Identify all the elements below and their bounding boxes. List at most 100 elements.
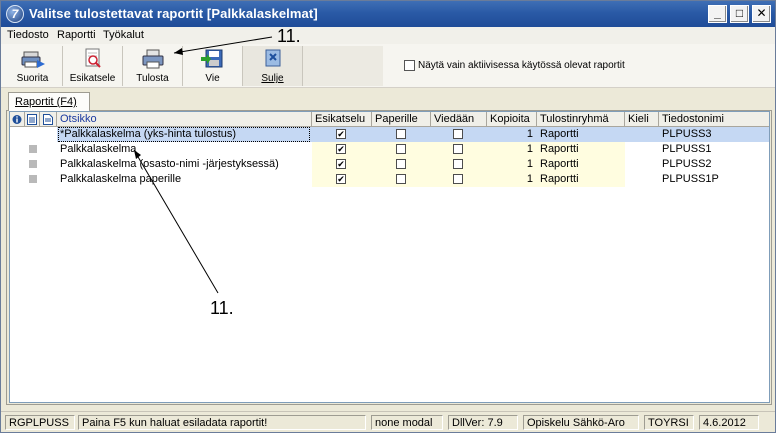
status-bar: RGPLPUSS Paina F5 kun haluat esiladata r…: [1, 411, 775, 432]
cell-tiedostonimi[interactable]: PLPUSS1P: [659, 172, 769, 187]
cell-kopioita[interactable]: 1: [487, 142, 537, 157]
esikatselu-checkbox[interactable]: [336, 129, 346, 139]
menu-tyokalut[interactable]: Työkalut: [103, 29, 144, 41]
tab-reports[interactable]: Raportit (F4): [8, 92, 90, 111]
floppy-save-icon: [200, 49, 222, 68]
menu-bar: Tiedosto Raportti Työkalut: [1, 27, 775, 44]
reports-grid: Otsikko Esikatselu Paperille Viedään Kop…: [9, 111, 770, 403]
cell-otsikko[interactable]: Palkkalaskelma paperille: [57, 172, 312, 187]
header-kopioita[interactable]: Kopioita: [487, 112, 537, 127]
paperille-checkbox[interactable]: [396, 159, 406, 169]
table-row[interactable]: *Palkkalaskelma (yks-hinta tulostus) 1 R…: [10, 127, 769, 142]
document-icon: [43, 114, 53, 125]
report-selection-window: 7 Valitse tulostettavat raportit [Palkka…: [0, 0, 776, 433]
header-viedaan[interactable]: Viedään: [431, 112, 487, 127]
cell-kopioita[interactable]: 1: [487, 157, 537, 172]
print-button[interactable]: Tulosta: [123, 46, 183, 86]
header-tulostinryhma[interactable]: Tulostinryhmä: [537, 112, 625, 127]
row-marker-cell: [10, 127, 57, 142]
menu-tiedosto[interactable]: Tiedosto: [7, 29, 49, 41]
table-row[interactable]: Palkkalaskelma paperille 1 Raportti PLPU…: [10, 172, 769, 187]
status-program: RGPLPUSS: [5, 415, 75, 430]
cell-kieli[interactable]: [625, 157, 659, 172]
cell-viedaan: [431, 172, 487, 187]
toolbar-spacer: [303, 46, 383, 86]
viedaan-checkbox[interactable]: [453, 174, 463, 184]
toolbar: Suorita Esikatsele Tulosta Vie Sulje: [1, 44, 775, 88]
preview-icon: [85, 48, 101, 68]
cell-esikatselu: [312, 142, 372, 157]
status-mode: none modal: [371, 415, 443, 430]
esikatselu-checkbox[interactable]: [336, 144, 346, 154]
printer-run-icon: [21, 51, 45, 68]
cell-esikatselu: [312, 127, 372, 142]
cell-tulostinryhma[interactable]: Raportti: [537, 127, 625, 142]
row-marker: [29, 160, 37, 168]
cell-tulostinryhma[interactable]: Raportti: [537, 157, 625, 172]
esikatselu-checkbox[interactable]: [336, 159, 346, 169]
close-button[interactable]: ✕: [752, 5, 771, 23]
close-dialog-button[interactable]: Sulje: [243, 46, 303, 86]
cell-tulostinryhma[interactable]: Raportti: [537, 172, 625, 187]
header-info[interactable]: [10, 112, 25, 127]
tab-reports-label: Raportit (F4): [15, 96, 77, 108]
paperille-checkbox[interactable]: [396, 174, 406, 184]
cell-tulostinryhma[interactable]: Raportti: [537, 142, 625, 157]
header-tiedostonimi[interactable]: Tiedostonimi: [659, 112, 769, 127]
window-title: Valitse tulostettavat raportit [Palkkala…: [29, 6, 318, 21]
viedaan-checkbox[interactable]: [453, 144, 463, 154]
annotation-label-top: 11.: [277, 26, 301, 46]
cell-tiedostonimi[interactable]: PLPUSS1: [659, 142, 769, 157]
esikatselu-checkbox[interactable]: [336, 174, 346, 184]
header-kieli[interactable]: Kieli: [625, 112, 659, 127]
cell-kieli[interactable]: [625, 127, 659, 142]
table-row[interactable]: Palkkalaskelma (osasto-nimi -järjestykse…: [10, 157, 769, 172]
cell-paperille: [372, 142, 431, 157]
title-bar[interactable]: 7 Valitse tulostettavat raportit [Palkka…: [1, 1, 775, 27]
cell-paperille: [372, 157, 431, 172]
header-paperille[interactable]: Paperille: [372, 112, 431, 127]
cell-viedaan: [431, 157, 487, 172]
cell-paperille: [372, 172, 431, 187]
run-label: Suorita: [16, 73, 49, 84]
export-label: Vie: [205, 73, 220, 84]
table-row[interactable]: Palkkalaskelma 1 Raportti PLPUSS1: [10, 142, 769, 157]
row-marker: [29, 175, 37, 183]
status-db: TOYRSI: [644, 415, 694, 430]
header-list[interactable]: [25, 112, 40, 127]
export-button[interactable]: Vie: [183, 46, 243, 86]
cell-kopioita[interactable]: 1: [487, 127, 537, 142]
cell-otsikko[interactable]: Palkkalaskelma (osasto-nimi -järjestykse…: [57, 157, 312, 172]
cell-kieli[interactable]: [625, 172, 659, 187]
active-only-checkbox[interactable]: [404, 60, 415, 71]
preview-label: Esikatsele: [69, 73, 116, 84]
annotation-label-middle: 11.: [210, 298, 234, 318]
cell-kopioita[interactable]: 1: [487, 172, 537, 187]
header-esikatselu[interactable]: Esikatselu: [312, 112, 372, 127]
menu-raportti[interactable]: Raportti: [57, 29, 96, 41]
cell-otsikko[interactable]: *Palkkalaskelma (yks-hinta tulostus): [57, 127, 312, 142]
preview-button[interactable]: Esikatsele: [63, 46, 123, 86]
cell-otsikko[interactable]: Palkkalaskelma: [57, 142, 312, 157]
header-document[interactable]: [40, 112, 57, 127]
cell-tiedostonimi[interactable]: PLPUSS3: [659, 127, 769, 142]
info-icon: [12, 115, 22, 124]
paperille-checkbox[interactable]: [396, 129, 406, 139]
status-dllver: DllVer: 7.9: [448, 415, 518, 430]
row-marker: [29, 145, 37, 153]
header-otsikko[interactable]: Otsikko: [57, 112, 312, 127]
close-dialog-label: Sulje: [261, 73, 284, 84]
status-user: Opiskelu Sähkö-Aro: [523, 415, 639, 430]
list-icon: [27, 114, 37, 125]
viedaan-checkbox[interactable]: [453, 159, 463, 169]
viedaan-checkbox[interactable]: [453, 129, 463, 139]
cell-viedaan: [431, 142, 487, 157]
status-hint: Paina F5 kun haluat esiladata raportit!: [78, 415, 366, 430]
run-button[interactable]: Suorita: [3, 46, 63, 86]
maximize-button[interactable]: □: [730, 5, 749, 23]
minimize-button[interactable]: _: [708, 5, 727, 23]
cell-tiedostonimi[interactable]: PLPUSS2: [659, 157, 769, 172]
cell-kieli[interactable]: [625, 142, 659, 157]
paperille-checkbox[interactable]: [396, 144, 406, 154]
printer-icon: [142, 49, 163, 69]
